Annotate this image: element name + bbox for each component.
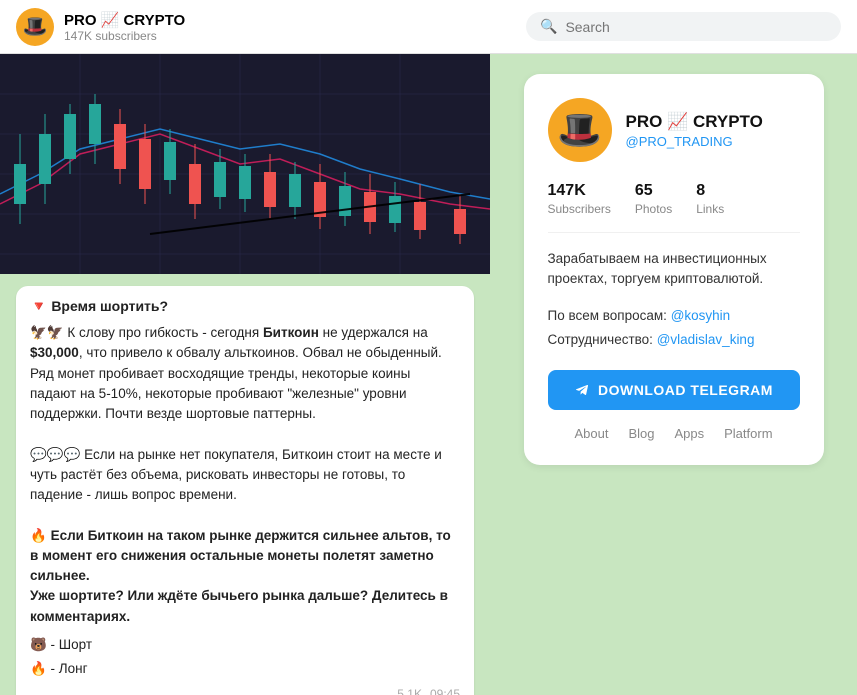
- stat-subscribers-label: Subscribers: [548, 202, 611, 216]
- message-time: 09:45: [430, 685, 460, 695]
- profile-name: PRO 📈 CRYPTO: [626, 112, 763, 132]
- channel-avatar: 🎩: [16, 8, 54, 46]
- message-body-1: 🦅🦅 К слову про гибкость - сегодня Биткои…: [30, 323, 460, 424]
- search-bar[interactable]: 🔍: [526, 12, 841, 41]
- profile-info: PRO 📈 CRYPTO @PRO_TRADING: [626, 112, 763, 149]
- stat-links-label: Links: [696, 202, 724, 216]
- chart-area: [0, 54, 490, 274]
- chat-panel: 🔻 Время шортить? 🦅🦅 К слову про гибкость…: [0, 54, 490, 695]
- collab-label: Сотрудничество:: [548, 332, 653, 347]
- message-footer: 5.1K 09:45: [30, 685, 460, 695]
- stat-links: 8 Links: [696, 182, 724, 216]
- contact-info: По всем вопросам: @kosyhin: [548, 304, 800, 328]
- stat-subscribers: 147K Subscribers: [548, 182, 611, 216]
- collab-info: Сотрудничество: @vladislav_king: [548, 328, 800, 352]
- collab-handle[interactable]: @vladislav_king: [657, 332, 755, 347]
- download-telegram-button[interactable]: DOWNLOAD TELEGRAM: [548, 370, 800, 410]
- nav-blog[interactable]: Blog: [628, 426, 654, 441]
- message-item: 🔻 Время шортить? 🦅🦅 К слову про гибкость…: [16, 286, 474, 695]
- profile-stats: 147K Subscribers 65 Photos 8 Links: [548, 182, 800, 233]
- stat-photos-value: 65: [635, 182, 672, 200]
- channel-name: PRO 📈 CRYPTO: [64, 11, 185, 29]
- profile-avatar: 🎩: [548, 98, 612, 162]
- download-btn-label: DOWNLOAD TELEGRAM: [598, 382, 773, 398]
- message-views: 5.1K: [397, 685, 422, 695]
- nav-platform[interactable]: Platform: [724, 426, 772, 441]
- subscriber-count: 147K subscribers: [64, 29, 185, 43]
- chat-messages: 🔻 Время шортить? 🦅🦅 К слову про гибкость…: [0, 274, 490, 695]
- stat-subscribers-value: 147K: [548, 182, 611, 200]
- search-icon: 🔍: [540, 18, 557, 35]
- profile-header: 🎩 PRO 📈 CRYPTO @PRO_TRADING: [548, 98, 800, 162]
- profile-card: 🎩 PRO 📈 CRYPTO @PRO_TRADING 147K Subscri…: [524, 74, 824, 465]
- nav-about[interactable]: About: [574, 426, 608, 441]
- message-title: 🔻 Время шортить?: [30, 296, 460, 317]
- profile-links: По всем вопросам: @kosyhin Сотрудничеств…: [548, 304, 800, 353]
- search-input[interactable]: [565, 19, 827, 35]
- profile-handle[interactable]: @PRO_TRADING: [626, 134, 763, 149]
- stat-photos-label: Photos: [635, 202, 672, 216]
- profile-description: Зарабатываем на инвестиционных проектах,…: [548, 249, 800, 290]
- contact-label: По всем вопросам:: [548, 308, 667, 323]
- stat-photos: 65 Photos: [635, 182, 672, 216]
- header: 🎩 PRO 📈 CRYPTO 147K subscribers 🔍: [0, 0, 857, 54]
- nav-apps[interactable]: Apps: [674, 426, 704, 441]
- poll-option-long: 🔥 - Лонг: [30, 659, 460, 679]
- stat-links-value: 8: [696, 182, 724, 200]
- message-poll: 🐻 - Шорт 🔥 - Лонг: [30, 635, 460, 680]
- right-panel: 🎩 PRO 📈 CRYPTO @PRO_TRADING 147K Subscri…: [490, 54, 857, 695]
- message-body-3: 🔥 Если Биткоин на таком рынке держится с…: [30, 526, 460, 627]
- card-navigation: About Blog Apps Platform: [548, 426, 800, 441]
- price-chart: [0, 54, 490, 274]
- telegram-icon: [574, 382, 590, 398]
- header-info: PRO 📈 CRYPTO 147K subscribers: [64, 11, 185, 43]
- header-left: 🎩 PRO 📈 CRYPTO 147K subscribers: [16, 8, 506, 46]
- contact-handle[interactable]: @kosyhin: [671, 308, 730, 323]
- message-body-2: 💬💬💬 Если на рынке нет покупателя, Биткои…: [30, 445, 460, 506]
- main-content: 🔻 Время шортить? 🦅🦅 К слову про гибкость…: [0, 54, 857, 695]
- poll-option-short: 🐻 - Шорт: [30, 635, 460, 655]
